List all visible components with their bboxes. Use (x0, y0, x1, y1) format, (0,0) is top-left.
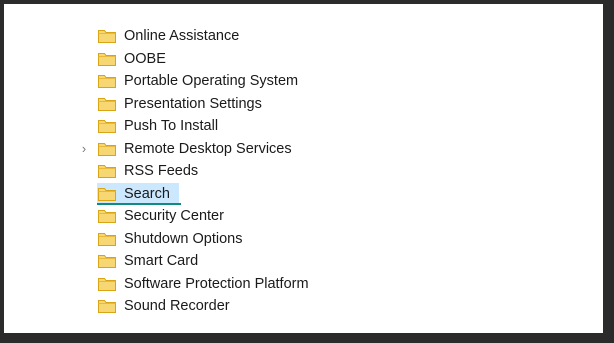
tree-item-label: Search (124, 185, 170, 202)
folder-icon (98, 119, 116, 133)
folder-icon (98, 142, 116, 156)
folder-icon (98, 277, 116, 291)
tree-item-label: Portable Operating System (124, 73, 299, 89)
folder-icon (98, 97, 116, 111)
tree-item-label: Shutdown Options (124, 230, 243, 247)
folder-icon (98, 299, 116, 313)
chevron-right-icon[interactable]: › (78, 141, 90, 157)
tree-item-shutdown-options[interactable]: Shutdown Options (4, 228, 603, 251)
tree-item-label: RSS Feeds (124, 163, 199, 179)
tree-item-sound-recorder[interactable]: Sound Recorder (4, 295, 603, 318)
folder-icon (98, 254, 116, 268)
tree-item-label: Sound Recorder (124, 298, 230, 314)
tree-item-label: Smart Card (124, 253, 199, 269)
tree-item-search[interactable]: Search (4, 182, 603, 206)
tree-item-push-to-install[interactable]: Push To Install (4, 115, 603, 138)
tree-item-remote-desktop-services[interactable]: › Remote Desktop Services (4, 138, 603, 161)
tree-item-oobe[interactable]: OOBE (4, 48, 603, 71)
tree-item-label: Presentation Settings (124, 95, 262, 112)
tree-item-portable-operating-system[interactable]: Portable Operating System (4, 70, 603, 93)
folder-icon (98, 164, 116, 178)
tree-item-label: Software Protection Platform (124, 275, 309, 292)
policy-tree-panel: Online Assistance OOBE Portable Operatin… (4, 4, 603, 333)
tree-item-label: Push To Install (124, 118, 219, 134)
folder-icon (98, 52, 116, 66)
folder-icon (98, 209, 116, 223)
tree-item-label: Security Center (124, 208, 224, 224)
folder-icon (98, 232, 116, 246)
folder-icon (98, 29, 116, 43)
tree-item-label: Online Assistance (124, 28, 240, 44)
tree-item-presentation-settings[interactable]: Presentation Settings (4, 93, 603, 116)
tree-item-smart-card[interactable]: Smart Card (4, 250, 603, 273)
tree-item-label: Remote Desktop Services (124, 140, 292, 157)
tree-item-label: OOBE (124, 50, 166, 67)
folder-icon (98, 187, 116, 201)
tree-item-security-center[interactable]: Security Center (4, 205, 603, 228)
folder-tree: Online Assistance OOBE Portable Operatin… (4, 25, 603, 318)
tree-item-rss-feeds[interactable]: RSS Feeds (4, 160, 603, 183)
tree-item-software-protection-platform[interactable]: Software Protection Platform (4, 273, 603, 296)
folder-icon (98, 74, 116, 88)
tree-item-online-assistance[interactable]: Online Assistance (4, 25, 603, 48)
